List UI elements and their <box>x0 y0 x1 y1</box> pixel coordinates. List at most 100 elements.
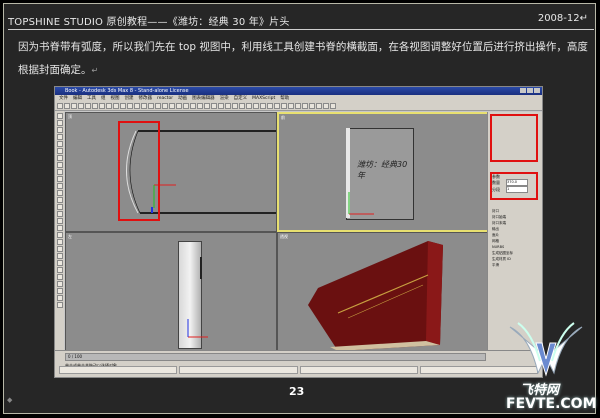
toolbar-tool-icon[interactable] <box>141 103 147 109</box>
left-tool-icon[interactable] <box>56 295 63 301</box>
timeline-slider[interactable]: 0 / 100 <box>65 353 486 361</box>
fevte-watermark-logo: 飞特网 FEVTE.COM <box>500 317 597 412</box>
toolbar-tool-icon[interactable] <box>78 103 84 109</box>
toolbar-tool-icon[interactable] <box>281 103 287 109</box>
toolbar-tool-icon[interactable] <box>253 103 259 109</box>
toolbar-tool-icon[interactable] <box>239 103 245 109</box>
toolbar-tool-icon[interactable] <box>106 103 112 109</box>
left-tool-icon[interactable] <box>56 232 63 238</box>
toolbar-tool-icon[interactable] <box>316 103 322 109</box>
left-tool-icon[interactable] <box>56 260 63 266</box>
toolbar-tool-icon[interactable] <box>71 103 77 109</box>
amount-input[interactable]: 370.0 <box>506 179 528 186</box>
left-tool-icon[interactable] <box>56 176 63 182</box>
toolbar-tool-icon[interactable] <box>190 103 196 109</box>
toolbar-tool-icon[interactable] <box>246 103 252 109</box>
menu-item[interactable]: 编辑 <box>73 95 82 102</box>
left-tool-icon[interactable] <box>56 113 63 119</box>
toolbar-tool-icon[interactable] <box>92 103 98 109</box>
book-perspective-render <box>308 241 443 351</box>
toolbar-tool-icon[interactable] <box>169 103 175 109</box>
left-tool-icon[interactable] <box>56 239 63 245</box>
left-tool-icon[interactable] <box>56 267 63 273</box>
menubar: 文件 编辑 工具组视图 创建 修改器 reactor 动画 图表编辑器 渲染 自定义 MAXScri… <box>55 95 542 102</box>
smooth-checkbox[interactable]: 平滑 <box>492 262 513 268</box>
toolbar-tool-icon[interactable] <box>134 103 140 109</box>
viewport-perspective[interactable]: 透视 <box>277 232 489 352</box>
viewport-front[interactable]: 前 潍坊：经典30年 <box>277 112 489 232</box>
toolbar-tool-icon[interactable] <box>204 103 210 109</box>
page-header-title: TOPSHINE STUDIO 原创教程——《潍坊：经典 30 年》片头 <box>8 17 290 28</box>
left-tool-icon[interactable] <box>56 148 63 154</box>
left-tool-icon[interactable] <box>56 225 63 231</box>
toolbar-tool-icon[interactable] <box>295 103 301 109</box>
menu-item[interactable]: 文件 <box>59 95 68 102</box>
toolbar-tool-icon[interactable] <box>323 103 329 109</box>
toolbar-tool-icon[interactable] <box>176 103 182 109</box>
menu-item[interactable]: 组 <box>101 95 106 102</box>
toolbar-tool-icon[interactable] <box>267 103 273 109</box>
left-tool-icon[interactable] <box>56 169 63 175</box>
viewport-left[interactable]: 左 <box>65 232 277 352</box>
toolbar-tool-icon[interactable] <box>148 103 154 109</box>
toolbar-tool-icon[interactable] <box>64 103 70 109</box>
spine-cross-section <box>126 130 276 214</box>
menu-item[interactable]: 自定义 <box>234 95 248 102</box>
left-tool-icon[interactable] <box>56 302 63 308</box>
left-tool-icon[interactable] <box>56 141 63 147</box>
menu-item[interactable]: 工具 <box>87 95 96 102</box>
left-tool-icon[interactable] <box>56 211 63 217</box>
toolbar-tool-icon[interactable] <box>302 103 308 109</box>
menu-item[interactable]: 修改器 <box>139 95 153 102</box>
toolbar-tool-icon[interactable] <box>225 103 231 109</box>
left-tool-icon[interactable] <box>56 155 63 161</box>
toolbar-tool-icon[interactable] <box>183 103 189 109</box>
menu-item[interactable]: MAXScript <box>252 95 275 102</box>
toolbar-tool-icon[interactable] <box>218 103 224 109</box>
toolbar-tool-icon[interactable] <box>127 103 133 109</box>
left-tool-icon[interactable] <box>56 274 63 280</box>
viewport-top[interactable]: 顶 <box>65 112 277 232</box>
left-tool-icon[interactable] <box>56 204 63 210</box>
left-tool-icon[interactable] <box>56 162 63 168</box>
left-tool-icon[interactable] <box>56 281 63 287</box>
left-tool-icon[interactable] <box>56 190 63 196</box>
menu-item[interactable]: 动画 <box>178 95 187 102</box>
menu-item[interactable]: 创建 <box>125 95 134 102</box>
toolbar-tool-icon[interactable] <box>330 103 336 109</box>
left-tool-icon[interactable] <box>56 288 63 294</box>
toolbar-tool-icon[interactable] <box>197 103 203 109</box>
viewport-area: 顶 前 潍坊：经典30年 左 透视 <box>65 112 489 352</box>
left-tool-icon[interactable] <box>56 253 63 259</box>
toolbar-tool-icon[interactable] <box>99 103 105 109</box>
menu-item[interactable]: 帮助 <box>280 95 289 102</box>
toolbar-tool-icon[interactable] <box>260 103 266 109</box>
toolbar-tool-icon[interactable] <box>309 103 315 109</box>
menu-item[interactable]: 图表编辑器 <box>192 95 215 102</box>
segments-input[interactable]: 1 <box>506 186 528 193</box>
menu-item[interactable]: 视图 <box>111 95 120 102</box>
left-tool-icon[interactable] <box>56 197 63 203</box>
toolbar-tool-icon[interactable] <box>85 103 91 109</box>
toolbar-tool-icon[interactable] <box>57 103 63 109</box>
toolbar-tool-icon[interactable] <box>288 103 294 109</box>
toolbar-tool-icon[interactable] <box>162 103 168 109</box>
left-tool-icon[interactable] <box>56 134 63 140</box>
minimize-icon[interactable] <box>520 88 526 93</box>
left-tool-icon[interactable] <box>56 127 63 133</box>
toolbar-tool-icon[interactable] <box>155 103 161 109</box>
left-tool-icon[interactable] <box>56 218 63 224</box>
toolbar-tool-icon[interactable] <box>113 103 119 109</box>
close-icon[interactable] <box>534 88 540 93</box>
menu-item[interactable]: 渲染 <box>220 95 229 102</box>
toolbar-tool-icon[interactable] <box>211 103 217 109</box>
left-tool-icon[interactable] <box>56 246 63 252</box>
menu-item[interactable]: reactor <box>157 95 173 102</box>
maximize-icon[interactable] <box>527 88 533 93</box>
toolbar-tool-icon[interactable] <box>232 103 238 109</box>
left-tool-icon[interactable] <box>56 183 63 189</box>
window-title: Book - Autodesk 3ds Max 8 - Stand-alone … <box>65 88 189 94</box>
toolbar-tool-icon[interactable] <box>120 103 126 109</box>
left-tool-icon[interactable] <box>56 120 63 126</box>
toolbar-tool-icon[interactable] <box>274 103 280 109</box>
